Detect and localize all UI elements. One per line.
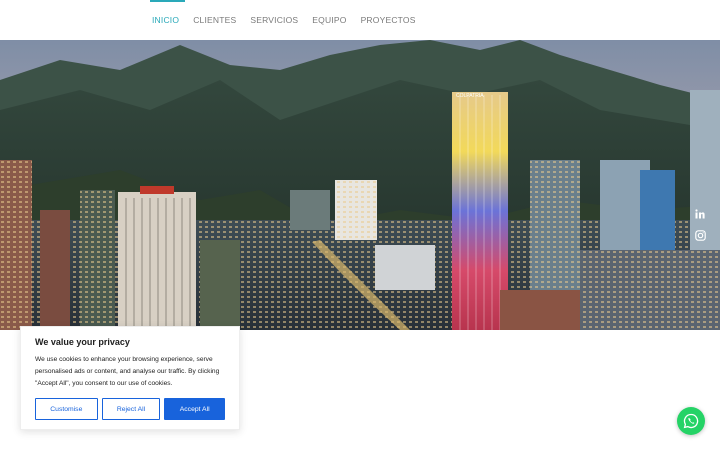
page: INICIO CLIENTES SERVICIOS EQUIPO PROYECT… [0, 0, 720, 450]
header: INICIO CLIENTES SERVICIOS EQUIPO PROYECT… [0, 0, 720, 40]
colpatria-sign: COLPATRIA [456, 93, 484, 99]
whatsapp-button[interactable] [677, 407, 705, 435]
cookie-title: We value your privacy [35, 337, 130, 347]
cookie-banner: We value your privacy We use cookies to … [20, 326, 240, 430]
nav-item-equipo[interactable]: EQUIPO [310, 15, 348, 25]
customise-button[interactable]: Customise [35, 398, 98, 420]
nav-item-proyectos[interactable]: PROYECTOS [359, 15, 418, 25]
cookie-text: We use cookies to enhance your browsing … [35, 356, 220, 387]
reject-all-button[interactable]: Reject All [101, 398, 161, 420]
nav-item-servicios[interactable]: SERVICIOS [248, 15, 300, 25]
instagram-icon[interactable] [692, 227, 708, 243]
hero-image: COLPATRIA [0, 40, 720, 330]
nav-item-inicio[interactable]: INICIO [150, 0, 186, 25]
cookie-actions: Customise Reject All Accept All [35, 398, 226, 420]
nav-item-clientes[interactable]: CLIENTES [191, 15, 238, 25]
accept-all-button[interactable]: Accept All [164, 398, 226, 420]
whatsapp-icon [683, 413, 699, 429]
main-nav: INICIO CLIENTES SERVICIOS EQUIPO PROYECT… [150, 0, 418, 40]
linkedin-icon[interactable] [692, 206, 708, 222]
